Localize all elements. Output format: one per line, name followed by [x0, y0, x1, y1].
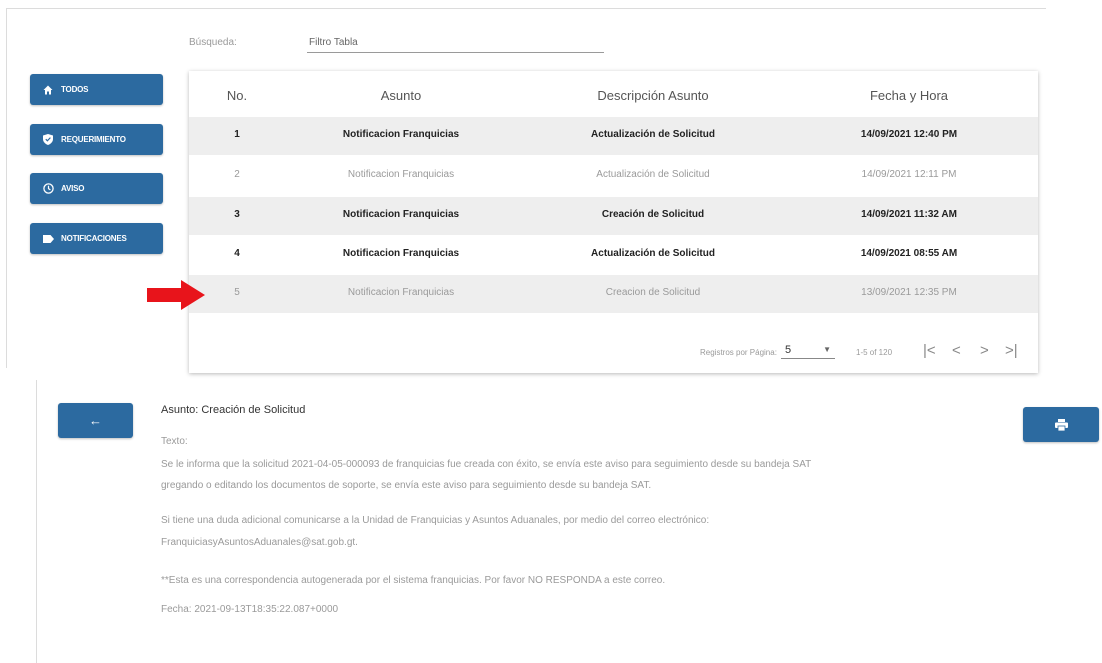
header-fecha[interactable]: Fecha y Hora	[870, 88, 948, 103]
page-range: 1-5 of 120	[856, 348, 893, 357]
cell-no: 1	[234, 129, 240, 140]
printer-icon	[1054, 418, 1068, 431]
notifications-panel: Búsqueda: Filtro Tabla TODOS REQUERIMIEN…	[6, 8, 1046, 373]
sidebar-item-notificaciones[interactable]: NOTIFICACIONES	[30, 223, 163, 254]
table-header: No. Asunto Descripción Asunto Fecha y Ho…	[189, 71, 1038, 117]
cell-descripcion: Actualización de Solicitud	[591, 129, 715, 140]
chevron-down-icon: ▼	[823, 345, 831, 354]
last-page-icon[interactable]: >|	[1005, 342, 1018, 359]
message-paragraph: **Esta es una correspondencia autogenera…	[161, 575, 666, 586]
cell-descripcion: Actualización de Solicitud	[596, 169, 710, 180]
table-row[interactable]: 4 Notificacion Franquicias Actualización…	[189, 236, 1038, 274]
cell-fecha: 13/09/2021 12:35 PM	[861, 287, 957, 298]
message-paragraph: gregando o editando los documentos de so…	[161, 480, 652, 491]
cell-fecha: 14/09/2021 08:55 AM	[860, 248, 958, 259]
message-paragraph: Se le informa que la solicitud 2021-04-0…	[161, 459, 812, 470]
sidebar-item-label: NOTIFICACIONES	[61, 234, 127, 243]
header-no[interactable]: No.	[227, 88, 247, 103]
clock-icon	[41, 183, 55, 194]
table-row[interactable]: 2 Notificacion Franquicias Actualización…	[189, 157, 1038, 195]
message-text-label: Texto:	[161, 436, 188, 447]
cell-fecha: 14/09/2021 11:32 AM	[861, 209, 957, 220]
cell-descripcion: Actualización de Solicitud	[591, 248, 715, 259]
cell-asunto: Notificacion Franquicias	[342, 209, 460, 220]
rows-per-page-label: Registros por Página:	[700, 348, 777, 357]
sidebar-item-todos[interactable]: TODOS	[30, 74, 163, 105]
cell-no: 2	[234, 169, 240, 180]
header-descripcion[interactable]: Descripción Asunto	[597, 88, 708, 103]
sidebar-item-requerimiento[interactable]: REQUERIMIENTO	[30, 124, 163, 155]
filter-input[interactable]: Filtro Tabla	[307, 31, 604, 53]
sidebar-item-label: REQUERIMIENTO	[61, 135, 126, 144]
previous-page-icon[interactable]: <	[952, 342, 961, 359]
table-row[interactable]: 1 Notificacion Franquicias Actualización…	[189, 117, 1038, 155]
next-page-icon[interactable]: >	[980, 342, 989, 359]
back-button[interactable]: ←	[58, 403, 133, 438]
message-date: Fecha: 2021-09-13T18:35:22.087+0000	[161, 604, 339, 615]
tag-icon	[41, 234, 55, 243]
cell-no: 3	[234, 209, 240, 220]
cell-descripcion: Creación de Solicitud	[601, 209, 705, 220]
search-label: Búsqueda:	[189, 37, 237, 48]
table-pagination: Registros por Página: 5 ▼ 1-5 of 120 |< …	[189, 333, 1038, 373]
rows-per-page-value: 5	[785, 344, 792, 356]
cell-fecha: 14/09/2021 12:40 PM	[860, 129, 958, 140]
table-row[interactable]: 3 Notificacion Franquicias Creación de S…	[189, 197, 1038, 235]
red-arrow-icon	[147, 280, 205, 310]
notifications-table: No. Asunto Descripción Asunto Fecha y Ho…	[189, 71, 1038, 373]
cell-descripcion: Creacion de Solicitud	[605, 287, 701, 298]
cell-no: 5	[234, 287, 240, 298]
first-page-icon[interactable]: |<	[923, 342, 936, 359]
message-detail-panel: ← Asunto: Creación de Solicitud Texto: S…	[36, 380, 1099, 663]
home-icon	[41, 85, 55, 95]
cell-asunto: Notificacion Franquicias	[342, 248, 460, 259]
header-asunto[interactable]: Asunto	[381, 88, 421, 103]
message-paragraph: Si tiene una duda adicional comunicarse …	[161, 515, 710, 526]
sidebar-item-label: TODOS	[61, 85, 89, 94]
sidebar-item-aviso[interactable]: AVISO	[30, 173, 163, 204]
cell-asunto: Notificacion Franquicias	[347, 287, 455, 298]
cell-asunto: Notificacion Franquicias	[347, 169, 455, 180]
message-paragraph: FranquiciasyAsuntosAduanales@sat.gob.gt.	[161, 537, 358, 548]
rows-per-page-select[interactable]: 5 ▼	[781, 343, 835, 359]
cell-fecha: 14/09/2021 12:11 PM	[861, 169, 957, 180]
message-subject: Asunto: Creación de Solicitud	[161, 404, 306, 416]
arrow-left-icon: ←	[89, 413, 102, 428]
sidebar-item-label: AVISO	[61, 184, 85, 193]
table-row[interactable]: 5 Notificacion Franquicias Creacion de S…	[189, 275, 1038, 313]
cell-asunto: Notificacion Franquicias	[342, 129, 460, 140]
shield-icon	[41, 134, 55, 145]
print-button[interactable]	[1023, 407, 1099, 442]
cell-no: 4	[234, 248, 240, 259]
